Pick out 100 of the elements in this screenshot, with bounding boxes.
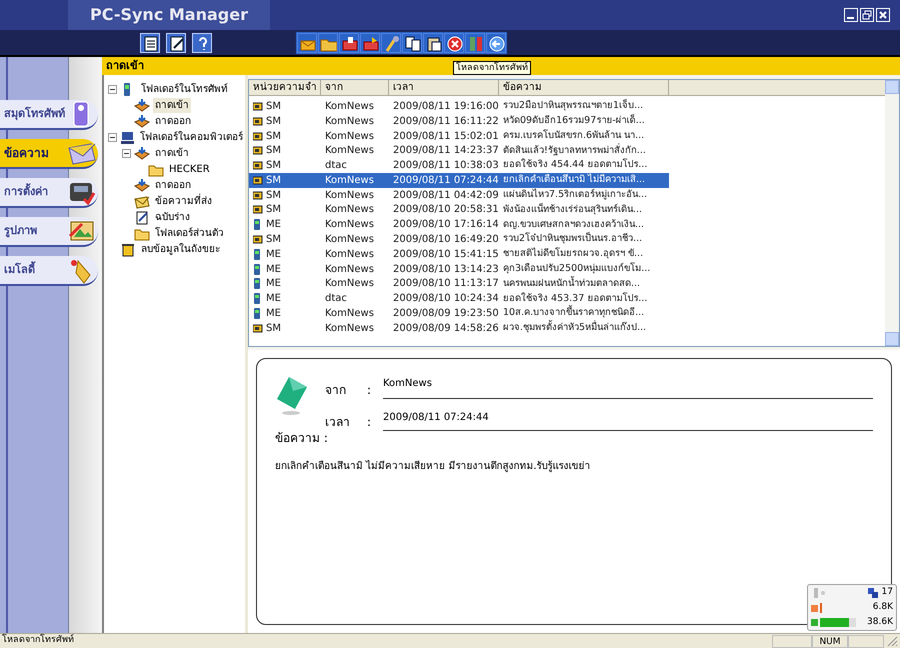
delete-icon[interactable] [444, 32, 464, 52]
message-label: ข้อความ : [275, 430, 329, 447]
table-cell-text: KomNews [324, 322, 375, 336]
table-cell-text: 2009/08/09 19:23:50 [392, 307, 499, 322]
table-cell-text: dtac [324, 159, 348, 174]
table-row[interactable]: SM KomNews 2009/08/11 16:11:22 หวัด09ดับอีก16รวม97ราย-ผ่าเด็... [249, 114, 669, 129]
document-icon[interactable] [140, 32, 160, 52]
table-row[interactable]: ME KomNews 2009/08/10 15:41:15 ชายสติไม่ดีขโมยรถผวจ.อุดรฯ ขั... [249, 246, 669, 262]
table-cell-text: หวัด09ดับอีก16รวม97ราย-ผ่าเด็... [502, 114, 646, 128]
back-icon[interactable] [486, 32, 506, 52]
table-cell-text: แผ่นดินไหว7.5ริกเตอร์หมู่เกาะอัน... [502, 188, 648, 202]
table-cell-text: SM [266, 174, 281, 188]
table-cell-text: ME [266, 218, 281, 232]
collapse-icon[interactable] [108, 132, 117, 142]
tree-item[interactable]: โฟลเดอร์ในคอมพิวเตอร์ [138, 130, 245, 144]
column-header[interactable]: เวลา [389, 80, 499, 95]
table-cell-text: 2009/08/11 15:02:01 [392, 130, 499, 144]
message-body: ยกเลิกคำเตือนสึนามิ ไม่มีความเสียหาย มีรายงานตึกสูงกทม.รับรู้แรงเขย่า [275, 459, 592, 474]
table-cell-text: dtac [324, 292, 348, 306]
tree-item[interactable]: โฟลเดอร์ในโทรศัพท์ [139, 82, 230, 96]
outbox-icon [811, 602, 823, 612]
paste-icon[interactable] [423, 32, 443, 52]
tree-item[interactable]: ลบข้อมูลในถังขยะ [139, 242, 222, 256]
table-cell-text: นครพนมฝนหนักน้ำท่วมตลาดสด... [502, 276, 642, 291]
table-cell-text: ยกเลิกคำเตือนสึนามิ ไม่มีความเสิ... [502, 173, 646, 188]
table-row[interactable]: ME KomNews 2009/08/10 17:16:14 ดญ.ขวบเศษสกลฯดวงเฮงคว้าเงิน... [249, 217, 669, 232]
table-cell-text: ยอดใช้จริง 454.44 ยอดตามโปร... [502, 158, 648, 172]
table-cell-text: KomNews [324, 144, 375, 158]
column-header[interactable]: จาก [321, 80, 389, 95]
table-row[interactable]: ME KomNews 2009/08/09 19:23:50 10ส.ค.บางจากขึ้นราคาทุกชนิดอี... [249, 306, 669, 321]
sim-card-icon [253, 234, 263, 246]
sidebar-tab[interactable]: การตั้งค่า [0, 178, 98, 208]
table-row[interactable]: SM KomNews 2009/08/11 19:16:00 รวบ2มือปาหินสุพรรณฯตาย1เจ็บ... [249, 99, 669, 114]
table-row[interactable]: ME dtac 2009/08/10 10:24:34 ยอดใช้จริง 453.37 ยอดตามโปร... [249, 291, 669, 306]
table-cell-text: 10ส.ค.บางจากขึ้นราคาทุกชนิดอี... [502, 306, 646, 320]
computer-icon [120, 130, 135, 144]
table-cell-text: 2009/08/11 04:42:09 [392, 188, 499, 203]
table-cell-text: ME [266, 307, 281, 322]
received-size: 38.6K [867, 616, 893, 629]
table-row[interactable]: SM KomNews 2009/08/09 14:58:26 ผวจ.ชุมพรตั้งค่าหัว5หมื่นล่าแก๊งป... [249, 320, 669, 336]
table-row[interactable]: SM KomNews 2009/08/11 04:42:09 แผ่นดินไหว7.5ริกเตอร์หมู่เกาะอัน... [249, 188, 669, 203]
colon: : [367, 382, 372, 399]
inbox-tray-icon [134, 146, 150, 160]
table-row[interactable]: SM KomNews 2009/08/11 15:02:01 ครม.เบรคโบนัสขรก.6พันล้าน นา... [249, 128, 669, 144]
column-header[interactable]: หน่วยความจำ [249, 80, 321, 95]
sim-card-icon [253, 160, 263, 172]
minimize-icon[interactable] [844, 8, 858, 22]
table-cell-text: SM [266, 130, 281, 144]
tree-item[interactable]: ถาดออก [153, 114, 193, 128]
tree-item[interactable]: ข้อความที่ส่ง [153, 194, 214, 208]
from-value: KomNews [383, 378, 432, 389]
column-header[interactable]: ข้อความ [499, 80, 669, 95]
sim-card-icon [253, 130, 263, 142]
sidebar-tab[interactable]: เมโลดี้ [0, 256, 98, 286]
table-cell-text: SM [266, 233, 281, 248]
tree-item[interactable]: ถาดเข้า [153, 98, 191, 112]
table-cell-text: KomNews [324, 114, 375, 129]
mail-send-icon[interactable] [360, 32, 380, 52]
sim-card-icon [253, 145, 263, 156]
status-pane [848, 634, 884, 648]
tree-item[interactable]: ฉบับร่าง [153, 210, 192, 224]
sim-card-icon [253, 322, 263, 334]
inbox-tray-icon [134, 98, 150, 112]
table-cell-text: KomNews [324, 188, 375, 203]
time-label: เวลา [325, 414, 351, 431]
tree-item[interactable]: ถาดออก [153, 178, 193, 192]
table-cell-text: 2009/08/10 10:24:34 [392, 292, 499, 306]
copy-icon[interactable] [402, 32, 422, 52]
table-row[interactable]: ME KomNews 2009/08/10 13:14:23 คุก3เดือนปรับ2500หนุ่มแบงก์ขโม... [249, 262, 669, 277]
table-cell-text: 2009/08/11 07:24:44 [392, 174, 499, 188]
help-icon[interactable] [192, 32, 212, 52]
table-cell-text: 2009/08/10 13:14:23 [392, 262, 499, 277]
table-cell-text: 2009/08/10 16:49:20 [392, 233, 499, 248]
tree-item[interactable]: ถาดเข้า [153, 146, 191, 160]
close-icon[interactable] [876, 8, 890, 22]
table-cell-text: KomNews [324, 277, 375, 292]
edit-icon[interactable] [166, 32, 186, 52]
tree-item[interactable]: HECKER [167, 162, 212, 176]
sidebar-tab[interactable]: รูปภาพ [0, 217, 98, 247]
sidebar-tab[interactable]: สมุดโทรศัพท์ [0, 100, 98, 130]
table-row[interactable]: SM KomNews 2009/08/11 14:23:37 ตัดสินแล้ว!รัฐบาลทหารพม่าสั่งกัก... [249, 143, 669, 158]
table-row[interactable]: SM dtac 2009/08/11 10:38:03 ยอดใช้จริง 454.44 ยอดตามโปร... [249, 158, 669, 173]
collapse-icon[interactable] [122, 148, 131, 158]
sidebar-tab[interactable]: ข้อความ [0, 139, 98, 169]
table-cell-text: 2009/08/10 11:13:17 [392, 277, 499, 292]
maximize-icon[interactable] [860, 8, 874, 22]
tree-item[interactable]: โฟลเดอร์ส่วนตัว [153, 226, 226, 240]
status-pane [772, 634, 812, 648]
scrollbar[interactable] [885, 80, 899, 346]
sim-card-icon [253, 116, 263, 127]
stack-icon [868, 588, 878, 598]
status-text: โหลดจากโทรศัพท์ [1, 634, 75, 648]
table-row[interactable]: ME KomNews 2009/08/10 11:13:17 นครพนมฝนหนักน้ำท่วมตลาดสด... [249, 276, 669, 292]
table-row[interactable]: SM KomNews 2009/08/10 20:58:31 พังน้องแน็ทช้างเร่ร่อนสุรินทร์เดิน... [249, 202, 669, 218]
envelope-icon[interactable] [297, 32, 317, 52]
table-row[interactable]: SM KomNews 2009/08/11 07:24:44 ยกเลิกคำเตือนสึนามิ ไม่มีความเสิ... [249, 172, 669, 188]
draft-icon [134, 210, 150, 224]
table-cell-text: ME [266, 292, 281, 306]
collapse-icon[interactable] [108, 84, 117, 94]
table-row[interactable]: SM KomNews 2009/08/10 16:49:20 รวบ2โจ๋ปาหินชุมพรเป็นนร.อาชีว... [249, 232, 669, 247]
